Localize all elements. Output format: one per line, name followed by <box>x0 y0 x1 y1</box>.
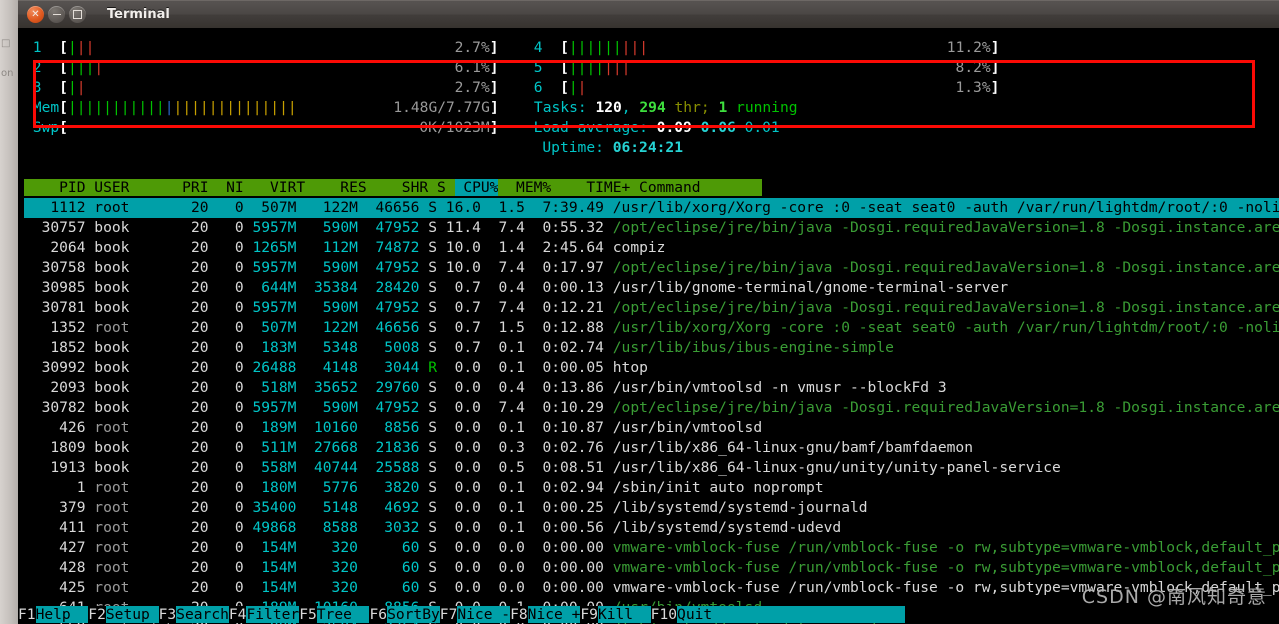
fkey-f2[interactable]: F2 <box>88 606 106 623</box>
fkey-label-f3[interactable]: Search <box>176 606 229 623</box>
swap-meter-row: Swp[ 0K/1023M] Load average: 0.09 0.06 0… <box>32 119 780 136</box>
terminal-content[interactable]: 1 [||| 2.7%] 4 [||||||||| 11.2%] 2 [||||… <box>18 28 1279 624</box>
fkey-f7[interactable]: F7 <box>439 606 458 623</box>
process-row[interactable]: 426 root 20 0 189M 10160 8856 S 0.0 0.1 … <box>24 418 1279 438</box>
process-row[interactable]: 1913 book 20 0 558M 40744 25588 S 0.0 0.… <box>24 458 1279 478</box>
fkey-f6[interactable]: F6 <box>369 606 388 623</box>
fkey-label-f5[interactable]: Tree <box>316 606 370 623</box>
process-row[interactable]: 30782 book 20 0 5957M 590M 47952 S 0.0 7… <box>24 398 1279 418</box>
process-row[interactable]: 30985 book 20 0 644M 35384 28420 S 0.7 0… <box>24 278 1279 298</box>
fkey-f4[interactable]: F4 <box>228 606 247 623</box>
process-row[interactable]: 30757 book 20 0 5957M 590M 47952 S 11.4 … <box>24 218 1279 238</box>
maximize-icon[interactable] <box>69 6 86 23</box>
desktop-icon-mid: on <box>1 68 14 79</box>
cpu-meter-row: 1 [||| 2.7%] 4 [||||||||| 11.2%] <box>32 39 1000 56</box>
desktop-background-strip: □ on <box>0 0 18 624</box>
fkey-f10[interactable]: F10 <box>650 606 678 623</box>
process-row[interactable]: 1852 book 20 0 183M 5348 5008 S 0.7 0.1 … <box>24 338 1279 358</box>
process-row[interactable]: 30992 book 20 0 26488 4148 3044 R 0.0 0.… <box>24 358 1279 378</box>
fkey-label-f2[interactable]: Setup <box>105 606 159 623</box>
window-titlebar[interactable]: ✕ Terminal <box>18 0 1279 28</box>
screen-root: □ on ✕ Terminal 1 [||| 2.7%] 4 [||||||||… <box>0 0 1279 624</box>
process-row[interactable]: 379 root 20 0 35400 5148 4692 S 0.0 0.1 … <box>24 498 1279 518</box>
fkey-label-f9[interactable]: Kill <box>597 606 651 623</box>
process-row[interactable]: 1 root 20 0 180M 5776 3820 S 0.0 0.1 0:0… <box>24 478 1279 498</box>
window-title: Terminal <box>107 7 170 22</box>
mem-meter-row: Mem[|||||||||||||||||||||||||| 1.48G/7.7… <box>32 99 798 116</box>
process-row[interactable]: 2064 book 20 0 1265M 112M 74872 S 10.0 1… <box>24 238 1279 258</box>
uptime-row: Uptime: 06:24:21 <box>542 139 683 156</box>
cpu-meter-row: 2 [|||| 6.1%] 5 [||||||| 8.2%] <box>32 59 1000 76</box>
table-header-row: PID USER PRI NI VIRT RES SHR S CPU% MEM%… <box>24 179 763 196</box>
process-row[interactable]: 428 root 20 0 154M 320 60 S 0.0 0.0 0:00… <box>24 558 1279 578</box>
fkey-f8[interactable]: F8 <box>510 606 528 623</box>
fkey-label-f10[interactable]: Quit <box>677 606 730 623</box>
fbar-filler <box>729 606 906 623</box>
process-row[interactable]: 1112 root 20 0 507M 122M 46656 S 16.0 1.… <box>24 198 1279 218</box>
process-row[interactable]: 1352 root 20 0 507M 122M 46656 S 0.7 1.5… <box>24 318 1279 338</box>
window-controls: ✕ <box>27 6 86 23</box>
fkey-label-f6[interactable]: SortBy <box>387 606 440 623</box>
fkey-label-f8[interactable]: Nice + <box>527 606 581 623</box>
fkey-label-f1[interactable]: Help <box>35 606 89 623</box>
spacer-row <box>24 158 1279 178</box>
fkey-f3[interactable]: F3 <box>158 606 177 623</box>
fkey-label-f7[interactable]: Nice - <box>457 606 511 623</box>
minimize-icon[interactable] <box>48 6 65 23</box>
process-row[interactable]: 30758 book 20 0 5957M 590M 47952 S 10.0 … <box>24 258 1279 278</box>
process-row[interactable]: 30781 book 20 0 5957M 590M 47952 S 0.7 7… <box>24 298 1279 318</box>
process-row[interactable]: 2093 book 20 0 518M 35652 29760 S 0.0 0.… <box>24 378 1279 398</box>
cpu-meter-row: 3 [|| 2.7%] 6 [|| 1.3%] <box>32 79 1000 96</box>
close-icon[interactable]: ✕ <box>27 6 44 23</box>
desktop-icon-top: □ <box>1 38 11 49</box>
fkey-label-f4[interactable]: Filter <box>246 606 300 623</box>
htop-output: 1 [||| 2.7%] 4 [||||||||| 11.2%] 2 [||||… <box>24 38 1279 624</box>
fkey-f9[interactable]: F9 <box>580 606 598 623</box>
fkey-f1[interactable]: F1 <box>18 606 36 623</box>
process-row[interactable]: 1809 book 20 0 511M 27668 21836 S 0.0 0.… <box>24 438 1279 458</box>
watermark-text: CSDN @南风知奇意 <box>1081 586 1267 608</box>
terminal-window: ✕ Terminal 1 [||| 2.7%] 4 [||||||||| 11.… <box>18 0 1279 624</box>
process-row[interactable]: 411 root 20 0 49868 8588 3032 S 0.0 0.1 … <box>24 518 1279 538</box>
process-row[interactable]: 427 root 20 0 154M 320 60 S 0.0 0.0 0:00… <box>24 538 1279 558</box>
fkey-f5[interactable]: F5 <box>299 606 317 623</box>
